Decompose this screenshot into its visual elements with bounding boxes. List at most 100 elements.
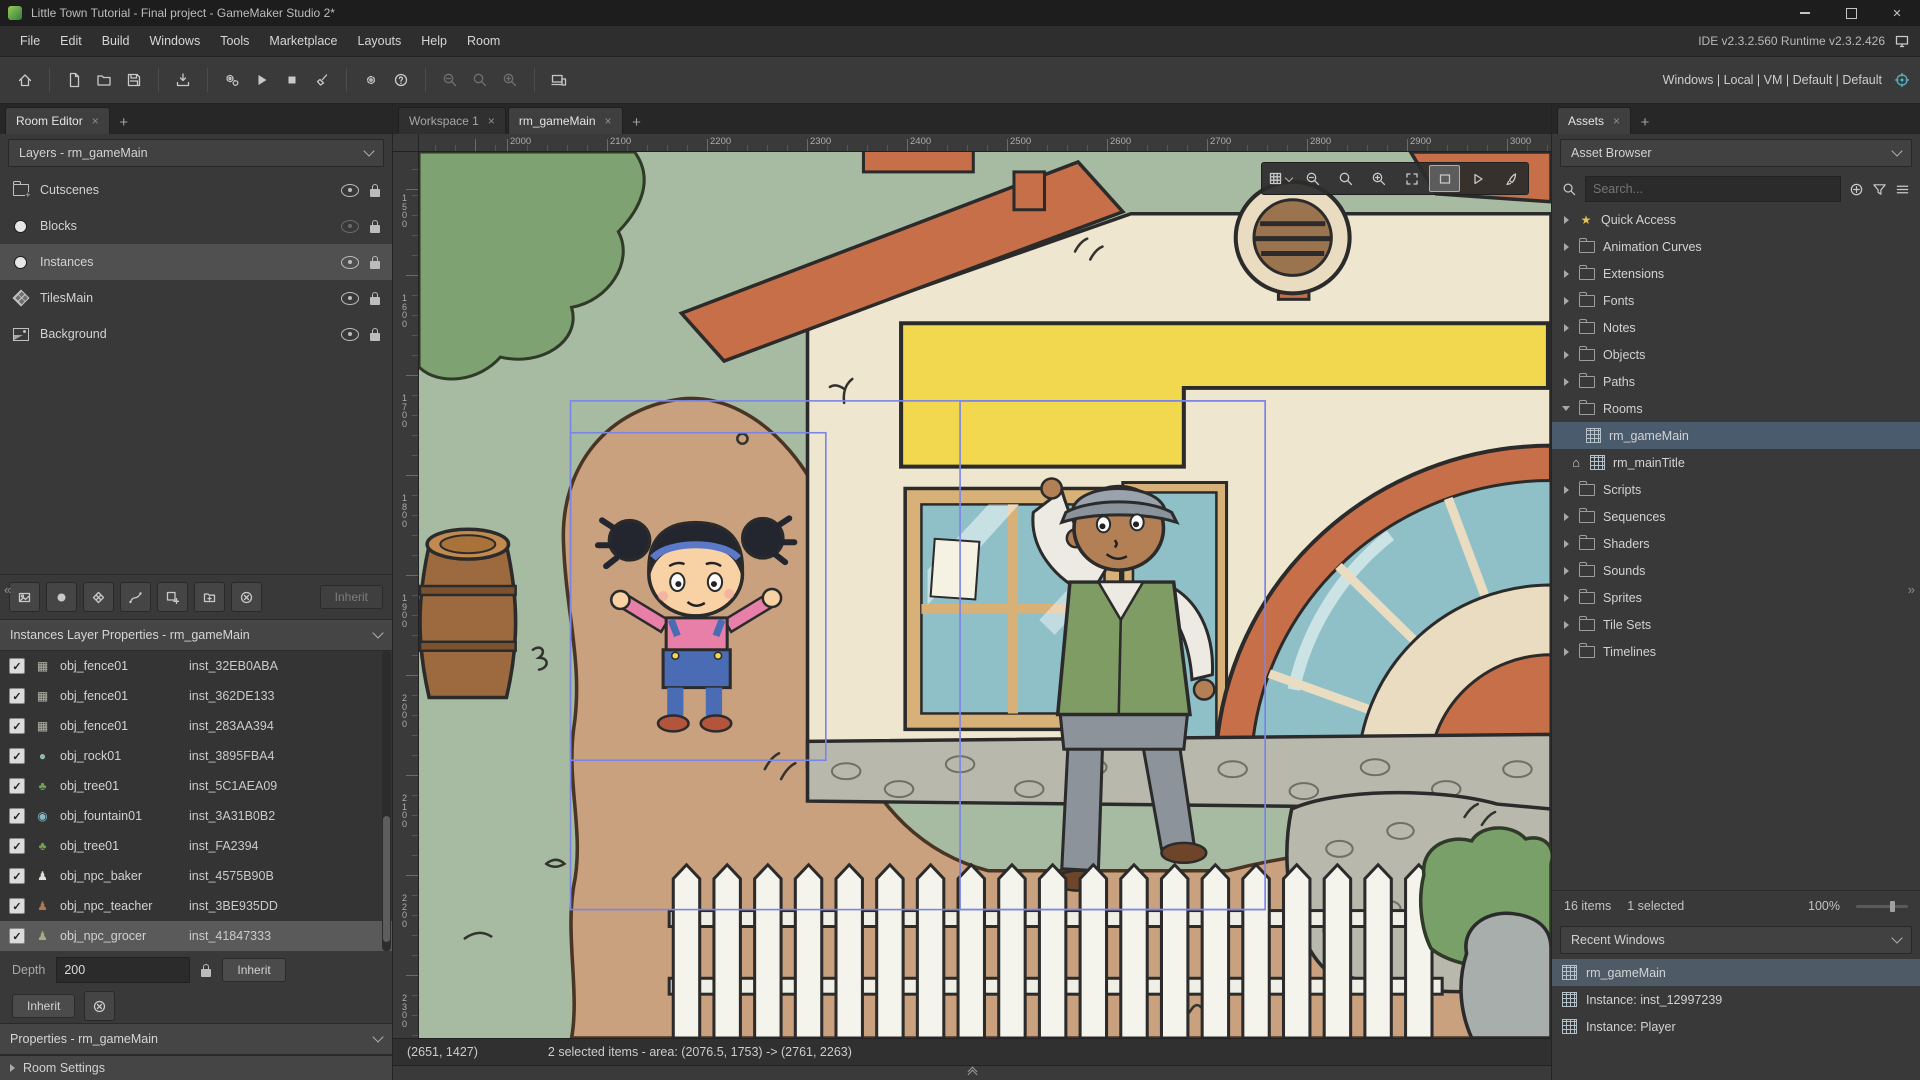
close-tab-icon[interactable] [605,114,612,128]
menu-icon[interactable] [1895,182,1910,197]
clear-inherit-button[interactable] [84,991,116,1021]
expand-arrow-icon[interactable] [1563,539,1569,548]
instance-checkbox[interactable] [9,928,25,944]
add-layer-folder-button[interactable] [194,582,225,612]
tree-item-fonts[interactable]: Fonts [1552,287,1920,314]
tree-item-extensions[interactable]: Extensions [1552,260,1920,287]
build-target-summary[interactable]: Windows | Local | VM | Default | Default [1663,73,1882,87]
expand-arrow-icon[interactable] [1563,647,1569,656]
stop-button[interactable] [277,65,307,95]
fit-to-screen-button[interactable] [1396,165,1427,192]
show-room-border-button[interactable] [1429,165,1460,192]
target-manager-button[interactable] [544,65,574,95]
home-button[interactable] [10,65,40,95]
expand-arrow-icon[interactable] [1563,377,1569,386]
tab-workspace-1[interactable]: Workspace 1 [398,107,506,134]
instance-checkbox[interactable] [9,688,25,704]
delete-layer-button[interactable] [231,582,262,612]
lock-icon[interactable] [370,183,380,197]
tree-item-sprites[interactable]: Sprites [1552,584,1920,611]
tree-item-animation-curves[interactable]: Animation Curves [1552,233,1920,260]
menu-marketplace[interactable]: Marketplace [259,30,347,52]
expand-arrow-icon[interactable] [1563,620,1569,629]
layer-row-tilesmain[interactable]: TilesMain [0,280,392,316]
lock-icon[interactable] [370,219,380,233]
instances-properties-header[interactable]: Instances Layer Properties - rm_gameMain [0,619,392,651]
expand-arrow-icon[interactable] [1563,269,1569,278]
instance-row[interactable]: obj_rock01inst_3895FBA4 [0,741,392,771]
visibility-eye-icon[interactable] [341,183,359,197]
tree-item-timelines[interactable]: Timelines [1552,638,1920,665]
add-tile-layer-button[interactable] [83,582,114,612]
instance-row-selected[interactable]: obj_npc_grocerinst_41847333 [0,921,392,951]
recent-window-row[interactable]: Instance: Player [1552,1013,1920,1040]
tree-item-notes[interactable]: Notes [1552,314,1920,341]
expand-arrow-icon[interactable] [1563,512,1569,521]
close-button[interactable] [1874,0,1920,26]
tree-item-quick-access[interactable]: Quick Access [1552,206,1920,233]
game-options-button[interactable] [356,65,386,95]
menu-layouts[interactable]: Layouts [348,30,412,52]
tree-item-rooms[interactable]: Rooms [1552,395,1920,422]
tree-item-scripts[interactable]: Scripts [1552,476,1920,503]
add-tab-button[interactable] [1633,110,1657,134]
export-button[interactable] [168,65,198,95]
asset-browser-dropdown[interactable]: Asset Browser [1560,139,1912,167]
instance-checkbox[interactable] [9,658,25,674]
recent-window-row[interactable]: Instance: inst_12997239 [1552,986,1920,1013]
layer-row-cutscenes[interactable]: Cutscenes [0,172,392,208]
expand-arrow-icon[interactable] [1563,215,1569,224]
tree-item-sequences[interactable]: Sequences [1552,503,1920,530]
room-canvas[interactable] [419,152,1551,1038]
tree-item-shaders[interactable]: Shaders [1552,530,1920,557]
tree-item-objects[interactable]: Objects [1552,341,1920,368]
instance-row[interactable]: obj_fence01inst_32EB0ABA [0,651,392,681]
close-tab-icon[interactable] [92,114,99,128]
add-instance-layer-button[interactable] [46,582,77,612]
add-path-layer-button[interactable] [120,582,151,612]
close-tab-icon[interactable] [488,114,495,128]
clean-button[interactable] [307,65,337,95]
minimize-button[interactable] [1782,0,1828,26]
tree-item-rm-maintitle[interactable]: rm_mainTitle [1552,449,1920,476]
visibility-eye-icon[interactable] [341,255,359,269]
visibility-eye-icon[interactable] [341,219,359,233]
close-tab-icon[interactable] [1613,114,1620,128]
help-button[interactable] [386,65,416,95]
inherit-button[interactable]: Inherit [12,994,76,1018]
depth-inherit-button[interactable]: Inherit [222,958,286,982]
instance-checkbox[interactable] [9,868,25,884]
collapse-left-dock-handle[interactable] [4,582,11,597]
recent-window-row[interactable]: rm_gameMain [1552,959,1920,986]
expand-arrow-icon[interactable] [1563,242,1569,251]
layer-row-background[interactable]: Background [0,316,392,352]
depth-input[interactable] [56,957,191,983]
lock-icon[interactable] [370,327,380,341]
canvas-zoom-out-button[interactable] [1297,165,1328,192]
instance-row[interactable]: obj_npc_teacherinst_3BE935DD [0,891,392,921]
menu-help[interactable]: Help [411,30,457,52]
maximize-button[interactable] [1828,0,1874,26]
expand-arrow-icon[interactable] [1563,593,1569,602]
instance-checkbox[interactable] [9,748,25,764]
instance-row[interactable]: obj_fence01inst_283AA394 [0,711,392,741]
canvas-zoom-in-button[interactable] [1363,165,1394,192]
expand-arrow-icon[interactable] [1563,323,1569,332]
collapse-arrow-icon[interactable] [1562,406,1570,411]
save-project-button[interactable] [119,65,149,95]
layers-dropdown[interactable]: Layers - rm_gameMain [8,139,384,167]
canvas-zoom-reset-button[interactable] [1330,165,1361,192]
grid-options-button[interactable] [1264,165,1295,192]
tab-assets[interactable]: Assets [1557,107,1632,134]
instance-checkbox[interactable] [9,778,25,794]
paint-mode-button[interactable] [1495,165,1526,192]
layer-row-instances[interactable]: Instances [0,244,392,280]
open-project-button[interactable] [89,65,119,95]
instance-row[interactable]: obj_npc_bakerinst_4575B90B [0,861,392,891]
tree-item-sounds[interactable]: Sounds [1552,557,1920,584]
instance-list-scrollbar[interactable] [382,651,391,951]
tab-room-editor[interactable]: Room Editor [5,107,110,134]
instance-row[interactable]: obj_tree01inst_FA2394 [0,831,392,861]
target-device-icon[interactable] [1894,72,1910,88]
lock-icon[interactable] [370,255,380,269]
